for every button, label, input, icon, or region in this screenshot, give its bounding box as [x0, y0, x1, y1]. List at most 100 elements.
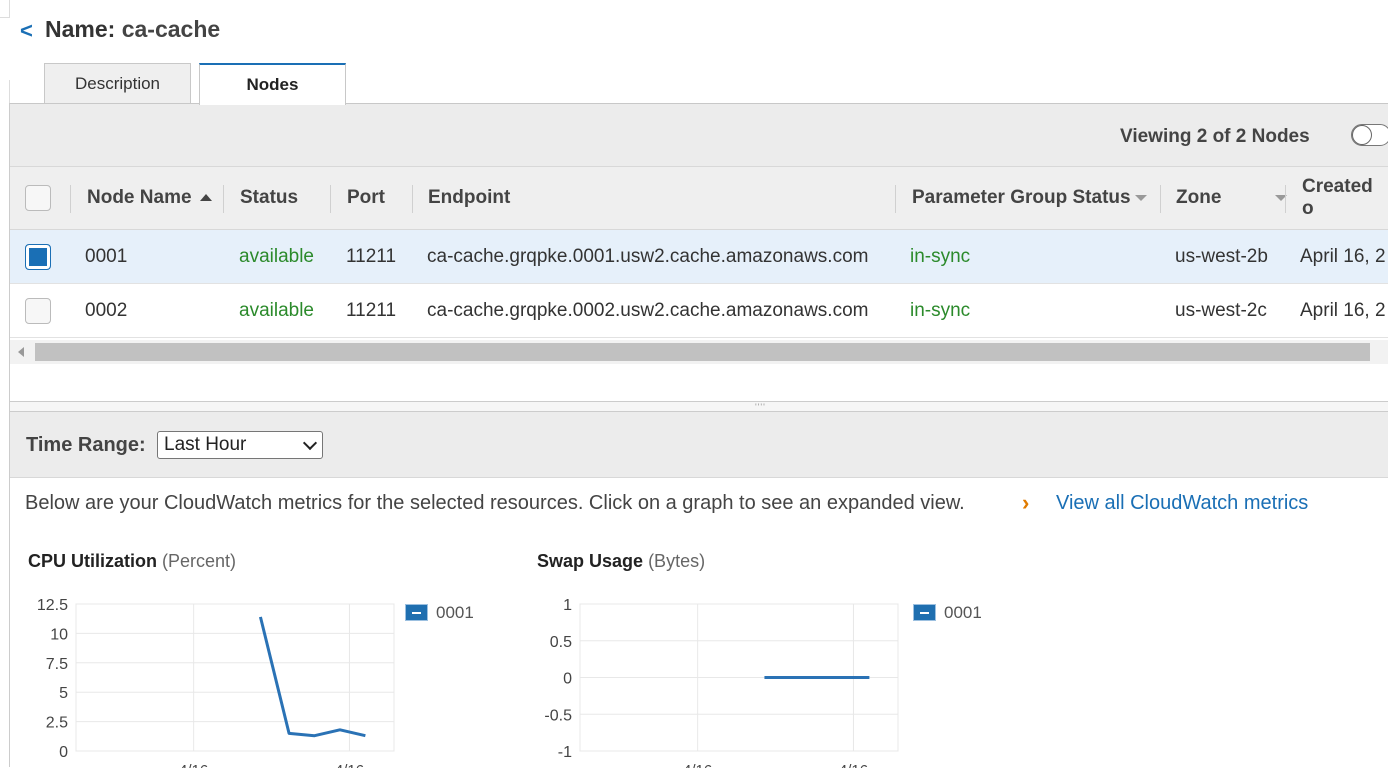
legend-label: 0001 — [436, 603, 474, 622]
column-separator — [412, 185, 413, 213]
sort-menu-icon — [1134, 195, 1147, 201]
y-tick-label: -0.5 — [544, 707, 572, 724]
row-select-cell — [25, 230, 51, 283]
column-separator — [895, 185, 896, 213]
metrics-description: Below are your CloudWatch metrics for th… — [25, 492, 965, 514]
column-header-node-name[interactable]: Node Name — [87, 167, 212, 229]
column-label: Port — [347, 187, 385, 208]
y-tick-label: 2.5 — [46, 715, 68, 732]
cell-node-name: 0001 — [85, 245, 128, 267]
time-range-select[interactable]: Last Hour — [157, 431, 323, 459]
row-checkbox[interactable] — [25, 297, 51, 324]
chart-unit: (Percent) — [162, 551, 237, 571]
page-title-label: Name: — [45, 16, 116, 42]
cell-zone: us-west-2c — [1175, 299, 1267, 321]
column-label: Parameter Group Status — [912, 187, 1131, 208]
column-separator — [223, 185, 224, 213]
column-label: Created o — [1302, 176, 1373, 219]
cell-port: 11211 — [346, 245, 397, 267]
table-toolbar: Viewing 2 of 2 Nodes — [10, 104, 1388, 167]
y-tick-label: 10 — [50, 626, 68, 643]
nodes-panel: Viewing 2 of 2 Nodes Node Name Status Po… — [9, 103, 1388, 768]
scrollbar-thumb[interactable] — [35, 343, 1370, 361]
column-separator — [1285, 185, 1286, 213]
column-separator — [330, 185, 331, 213]
cell-endpoint: ca-cache.grqpke.0002.usw2.cache.amazonaw… — [427, 299, 869, 321]
page-title: Name: ca-cache — [45, 16, 220, 43]
y-tick-label: 7.5 — [46, 656, 68, 673]
scroll-left-icon[interactable] — [18, 347, 24, 357]
column-header-endpoint[interactable]: Endpoint — [428, 167, 510, 229]
toggle-knob — [1352, 125, 1372, 145]
column-separator — [1160, 185, 1161, 213]
column-label: Node Name — [87, 187, 192, 208]
x-tick-label: 4/16 — [839, 762, 868, 768]
y-tick-label: 0 — [563, 671, 572, 688]
column-label: Zone — [1176, 187, 1222, 208]
legend-label: 0001 — [944, 603, 982, 622]
tab-description[interactable]: Description — [44, 63, 191, 103]
y-tick-label: 0.5 — [550, 634, 572, 651]
chevron-right-icon: › — [1022, 490, 1030, 515]
cell-created: April 16, 2 — [1300, 299, 1386, 321]
cell-endpoint: ca-cache.grqpke.0001.usw2.cache.amazonaw… — [427, 245, 869, 267]
grip-icon: '''' — [755, 402, 766, 412]
chevron-down-icon — [302, 435, 318, 451]
y-tick-label: -1 — [558, 744, 572, 761]
cell-status: available — [239, 245, 314, 267]
swap-usage-chart[interactable]: 1 0.5 0 -0.5 -1 4/16 4/16 — [519, 584, 919, 768]
pane-resize-handle[interactable]: '''' — [10, 401, 1388, 412]
column-header-created[interactable]: Created o — [1302, 167, 1388, 229]
column-label: Status — [240, 187, 299, 208]
cell-status: available — [239, 299, 314, 321]
time-range-label: Time Range: — [26, 434, 146, 456]
y-tick-label: 1 — [563, 597, 572, 614]
row-select-cell — [25, 284, 51, 337]
y-tick-label: 5 — [59, 685, 68, 702]
legend-swatch — [405, 604, 428, 621]
table-row[interactable]: 0001 available 11211 ca-cache.grqpke.000… — [10, 230, 1388, 284]
x-tick-label: 4/16 — [683, 762, 712, 768]
column-separator — [70, 185, 71, 213]
frame-corner — [0, 0, 10, 18]
time-range-value: Last Hour — [164, 434, 247, 455]
cell-created: April 16, 2 — [1300, 245, 1386, 267]
column-header-status[interactable]: Status — [240, 167, 298, 229]
table-row[interactable]: 0002 available 11211 ca-cache.grqpke.000… — [10, 284, 1388, 338]
chart-title-swap: Swap Usage (Bytes) — [537, 551, 705, 572]
select-all-checkbox[interactable] — [25, 185, 51, 211]
horizontal-scrollbar[interactable] — [10, 340, 1388, 364]
viewing-count: Viewing 2 of 2 Nodes — [1120, 126, 1310, 147]
chart-title-text: CPU Utilization — [28, 551, 157, 571]
y-tick-label: 12.5 — [37, 597, 68, 614]
page-header: < Name: ca-cache Description Nodes — [0, 0, 1388, 110]
cell-zone: us-west-2b — [1175, 245, 1268, 267]
y-tick-label: 0 — [59, 744, 68, 761]
cpu-utilization-chart[interactable]: 12.5 10 7.5 5 2.5 0 4/16 4/16 — [10, 584, 410, 768]
view-all-cloudwatch-link[interactable]: View all CloudWatch metrics — [1056, 492, 1308, 515]
x-tick-label: 4/16 — [179, 762, 208, 768]
legend-swatch — [913, 604, 936, 621]
column-header-zone[interactable]: Zone — [1176, 167, 1288, 229]
select-all-cell — [25, 167, 51, 229]
page-title-value: ca-cache — [121, 16, 221, 42]
row-checkbox[interactable] — [25, 243, 51, 270]
time-range-bar: Time Range: Last Hour — [10, 412, 1388, 478]
plot-area — [75, 603, 395, 752]
sort-ascending-icon — [199, 193, 212, 201]
cell-port: 11211 — [346, 299, 397, 321]
cell-parameter-group-status: in-sync — [910, 299, 971, 321]
chart-title-text: Swap Usage — [537, 551, 644, 571]
settings-toggle[interactable] — [1351, 124, 1388, 146]
cell-node-name: 0002 — [85, 299, 128, 321]
column-label: Endpoint — [428, 187, 511, 208]
column-header-parameter-group-status[interactable]: Parameter Group Status — [912, 167, 1147, 229]
back-button[interactable]: < — [20, 18, 33, 44]
x-tick-label: 4/16 — [335, 762, 364, 768]
table-header: Node Name Status Port Endpoint Parameter… — [10, 167, 1388, 230]
column-header-port[interactable]: Port — [347, 167, 385, 229]
chart-unit: (Bytes) — [648, 551, 706, 571]
tab-nodes[interactable]: Nodes — [199, 63, 346, 105]
cell-parameter-group-status: in-sync — [910, 245, 971, 267]
chart-title-cpu: CPU Utilization (Percent) — [28, 551, 236, 572]
